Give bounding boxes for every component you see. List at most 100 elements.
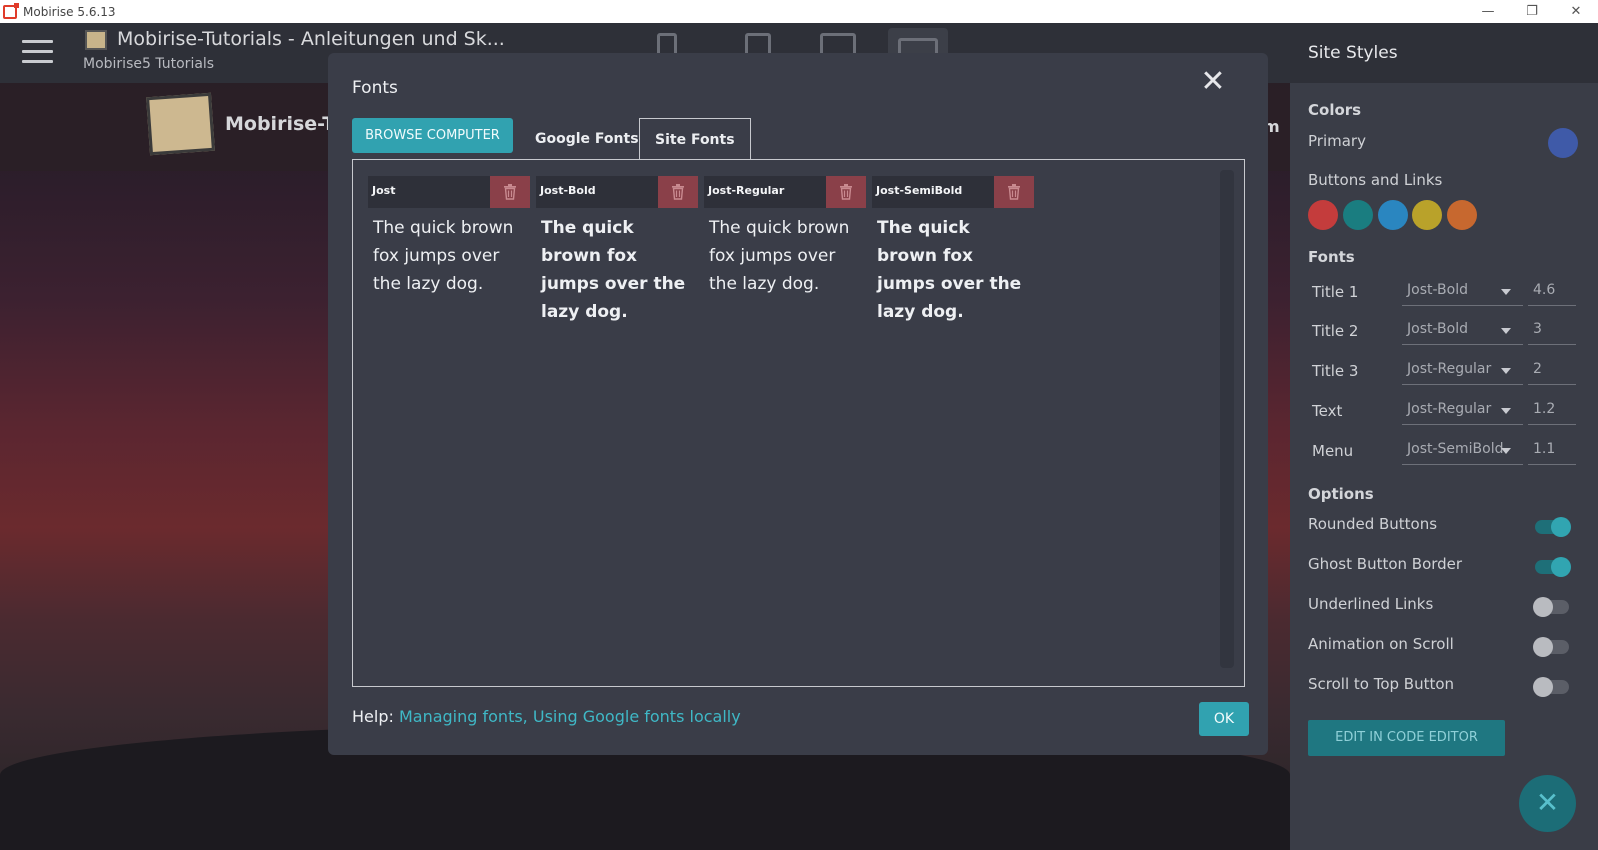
font-size-title3[interactable]: 2 xyxy=(1528,355,1576,385)
button-color-swatch-orange[interactable] xyxy=(1447,200,1477,230)
ghost-button-border-toggle[interactable] xyxy=(1535,557,1571,577)
font-select-value: Jost-Bold xyxy=(1407,282,1468,298)
tab-site-fonts[interactable]: Site Fonts xyxy=(639,118,751,159)
caret-down-icon xyxy=(1501,448,1511,454)
font-card-header: Jost xyxy=(368,176,530,208)
toggle-knob xyxy=(1551,517,1571,537)
animation-on-scroll-toggle[interactable] xyxy=(1533,637,1569,657)
caret-down-icon xyxy=(1501,408,1511,414)
font-card-jost-semibold: Jost-SemiBold The quick brown fox jumps … xyxy=(872,176,1034,332)
option-label: Ghost Button Border xyxy=(1308,555,1463,573)
font-sample: The quick brown fox jumps over the lazy … xyxy=(709,218,850,294)
close-dialog-icon[interactable]: ✕ xyxy=(1198,67,1228,97)
toggle-knob xyxy=(1533,637,1553,657)
font-row-label: Title 2 xyxy=(1312,322,1359,340)
font-card-header: Jost-SemiBold xyxy=(872,176,1034,208)
help-label: Help: xyxy=(352,707,394,726)
minimize-icon[interactable]: — xyxy=(1466,0,1510,23)
edit-in-code-editor-button[interactable]: EDIT IN CODE EDITOR xyxy=(1308,720,1505,756)
google-fonts-locally-link[interactable]: Using Google fonts locally xyxy=(533,707,741,726)
scroll-to-top-toggle[interactable] xyxy=(1533,677,1569,697)
option-label: Underlined Links xyxy=(1308,595,1434,613)
font-select-title1[interactable]: Jost-Bold xyxy=(1402,276,1523,306)
buttons-links-label: Buttons and Links xyxy=(1308,171,1443,189)
font-select-value: Jost-SemiBold xyxy=(1407,441,1504,457)
font-sample: The quick brown fox jumps over the lazy … xyxy=(877,218,1022,322)
close-panel-fab-icon[interactable]: ✕ xyxy=(1519,775,1576,832)
font-card-header: Jost-Regular xyxy=(704,176,866,208)
close-window-icon[interactable]: ✕ xyxy=(1554,0,1598,23)
trash-icon[interactable] xyxy=(658,176,698,208)
window-title: Mobirise 5.6.13 xyxy=(23,4,116,19)
help-text: Help: Managing fonts, Using Google fonts… xyxy=(352,707,741,726)
font-size-menu[interactable]: 1.1 xyxy=(1528,435,1576,465)
underlined-links-toggle[interactable] xyxy=(1533,597,1569,617)
colors-heading: Colors xyxy=(1308,101,1362,119)
font-select-value: Jost-Regular xyxy=(1407,401,1492,417)
caret-down-icon xyxy=(1501,368,1511,374)
font-row-label: Menu xyxy=(1312,442,1354,460)
rounded-buttons-toggle[interactable] xyxy=(1535,517,1571,537)
dialog-title: Fonts xyxy=(352,78,398,98)
primary-color-swatch[interactable] xyxy=(1548,128,1578,158)
restore-icon[interactable]: ❐ xyxy=(1510,0,1554,23)
font-sample: The quick brown fox jumps over the lazy … xyxy=(541,218,686,322)
option-label: Animation on Scroll xyxy=(1308,635,1454,653)
preview-logo xyxy=(146,92,215,156)
font-name: Jost-SemiBold xyxy=(876,184,963,197)
ok-button[interactable]: OK xyxy=(1199,702,1249,736)
font-card-jost-regular: Jost-Regular The quick brown fox jumps o… xyxy=(704,176,866,304)
window-controls: — ❐ ✕ xyxy=(1466,0,1598,23)
toggle-knob xyxy=(1533,677,1553,697)
trash-icon[interactable] xyxy=(826,176,866,208)
font-card-jost: Jost The quick brown fox jumps over the … xyxy=(368,176,530,304)
site-thumbnail xyxy=(85,30,107,50)
font-card-jost-bold: Jost-Bold The quick brown fox jumps over… xyxy=(536,176,698,332)
font-name: Jost-Bold xyxy=(540,184,596,197)
site-title[interactable]: Mobirise-Tutorials - Anleitungen und Sk.… xyxy=(117,28,505,50)
trash-icon[interactable] xyxy=(490,176,530,208)
toggle-knob xyxy=(1551,557,1571,577)
site-subtitle: Mobirise5 Tutorials xyxy=(83,56,215,72)
window-titlebar: Mobirise 5.6.13 — ❐ ✕ xyxy=(0,0,1598,23)
font-select-text[interactable]: Jost-Regular xyxy=(1402,395,1523,425)
tab-google-fonts[interactable]: Google Fonts xyxy=(520,118,654,159)
font-name: Jost xyxy=(372,184,396,197)
trash-icon[interactable] xyxy=(994,176,1034,208)
font-sample: The quick brown fox jumps over the lazy … xyxy=(373,218,514,294)
toggle-knob xyxy=(1533,597,1553,617)
fonts-dialog: Fonts ✕ BROWSE COMPUTER Google Fonts Sit… xyxy=(328,53,1268,755)
managing-fonts-link[interactable]: Managing fonts, xyxy=(399,707,528,726)
hamburger-menu-icon[interactable] xyxy=(22,40,53,64)
font-size-title2[interactable]: 3 xyxy=(1528,315,1576,345)
mobirise-app-icon xyxy=(3,2,19,19)
font-size-text[interactable]: 1.2 xyxy=(1528,395,1576,425)
fonts-heading: Fonts xyxy=(1308,248,1355,266)
font-row-label: Title 3 xyxy=(1312,362,1359,380)
font-select-title3[interactable]: Jost-Regular xyxy=(1402,355,1523,385)
option-label: Rounded Buttons xyxy=(1308,515,1438,533)
caret-down-icon xyxy=(1501,328,1511,334)
font-select-title2[interactable]: Jost-Bold xyxy=(1402,315,1523,345)
font-select-value: Jost-Regular xyxy=(1407,361,1492,377)
font-select-menu[interactable]: Jost-SemiBold xyxy=(1402,435,1523,465)
options-heading: Options xyxy=(1308,485,1374,503)
site-fonts-pane: Jost The quick brown fox jumps over the … xyxy=(352,159,1245,687)
button-color-swatch-blue[interactable] xyxy=(1378,200,1408,230)
font-card-header: Jost-Bold xyxy=(536,176,698,208)
button-color-swatch-red[interactable] xyxy=(1308,200,1338,230)
font-row-label: Text xyxy=(1312,402,1343,420)
caret-down-icon xyxy=(1501,289,1511,295)
font-name: Jost-Regular xyxy=(708,184,785,197)
site-styles-panel: Site Styles Colors Primary Buttons and L… xyxy=(1290,23,1598,850)
font-row-label: Title 1 xyxy=(1312,283,1359,301)
font-select-value: Jost-Bold xyxy=(1407,321,1468,337)
scrollbar[interactable] xyxy=(1220,170,1234,668)
button-color-swatch-yellow[interactable] xyxy=(1412,200,1442,230)
option-label: Scroll to Top Button xyxy=(1308,675,1455,693)
browse-computer-button[interactable]: BROWSE COMPUTER xyxy=(352,118,513,153)
font-size-title1[interactable]: 4.6 xyxy=(1528,276,1576,306)
panel-title: Site Styles xyxy=(1290,23,1598,83)
primary-label: Primary xyxy=(1308,132,1366,150)
button-color-swatch-teal[interactable] xyxy=(1343,200,1373,230)
